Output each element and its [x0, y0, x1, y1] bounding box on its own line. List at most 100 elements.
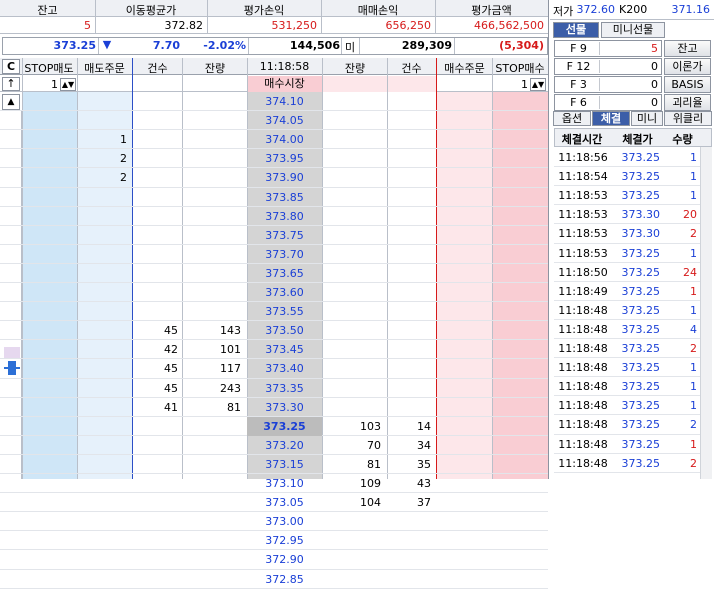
price-level[interactable]: 373.60	[247, 286, 322, 299]
tab-options[interactable]: 옵션	[553, 111, 591, 126]
book-row-divider	[0, 511, 548, 513]
stop-buy-qty[interactable]: 1	[492, 78, 528, 91]
buy-market-cell[interactable]	[323, 76, 436, 92]
price-level[interactable]: 374.10	[247, 95, 322, 108]
book-row-divider	[0, 377, 548, 379]
price-level[interactable]: 374.00	[247, 133, 322, 146]
trade-qty: 1	[690, 189, 697, 203]
fkey-label: F 6	[558, 96, 600, 109]
trade-qty: 1	[690, 246, 697, 260]
price-level[interactable]: 373.05	[247, 496, 322, 509]
price-level[interactable]: 373.35	[247, 382, 322, 395]
fkey-row[interactable]: F 3 0	[554, 76, 662, 93]
scroll-up-button[interactable]: ▲	[2, 94, 20, 110]
low-label: 저가	[553, 5, 574, 18]
book-row-divider	[0, 453, 548, 455]
trade-qty: 1	[690, 380, 697, 394]
scroll-up-arrow[interactable]: ↑	[2, 77, 20, 91]
trade-row-divider	[554, 357, 700, 359]
change-percent: -2.02%	[203, 39, 246, 52]
trade-time: 11:18:53	[558, 227, 608, 241]
fkey-row[interactable]: F 12 0	[554, 58, 662, 75]
book-row-divider	[0, 186, 548, 188]
sell-remain: 143	[220, 324, 241, 338]
fkey-value: 0	[651, 60, 658, 73]
stop-sell-spinner-icon[interactable]: ▲▼	[60, 78, 76, 91]
trade-time: 11:18:48	[558, 399, 608, 413]
sell-order-qty: 2	[120, 152, 127, 166]
buy-count: 37	[417, 496, 431, 510]
tab-mini[interactable]: 미니	[631, 111, 663, 126]
tab-executions[interactable]: 체결	[592, 111, 630, 126]
fkey-row[interactable]: F 9 5	[554, 40, 662, 57]
price-level[interactable]: 373.75	[247, 229, 322, 242]
trade-pnl-value: 656,250	[385, 19, 432, 32]
sell-count: 45	[164, 362, 178, 376]
book-row-divider	[0, 358, 548, 360]
trade-qty: 1	[690, 361, 697, 375]
price-level[interactable]: 373.30	[247, 401, 322, 414]
fkey-action-button[interactable]: BASIS	[664, 76, 711, 93]
price-level[interactable]: 373.65	[247, 267, 322, 280]
trade-row-divider	[554, 261, 700, 263]
avg-price-value: 372.82	[164, 19, 204, 32]
book-row-divider	[0, 549, 548, 551]
buy-remain: 103	[360, 419, 381, 433]
price-level[interactable]: 373.25	[247, 420, 322, 433]
trade-price: 373.25	[621, 246, 661, 260]
market-buy-button[interactable]: 매수시장	[247, 76, 322, 92]
price-level[interactable]: 373.45	[247, 343, 322, 356]
fkey-action-button[interactable]: 잔고	[664, 40, 711, 57]
summary-label-trade-pnl: 매매손익	[357, 4, 399, 17]
tab-futures[interactable]: 선물	[553, 22, 599, 38]
left-gutter	[0, 110, 22, 479]
stop-sell-qty[interactable]: 1	[30, 78, 58, 91]
trades-header-price: 체결가	[622, 133, 653, 146]
fkey-row[interactable]: F 6 0	[554, 94, 662, 111]
fkey-value: 0	[651, 78, 658, 91]
price-level[interactable]: 373.50	[247, 324, 322, 337]
fkey-label: F 12	[558, 60, 600, 73]
sell-order-column[interactable]	[77, 92, 132, 479]
trade-price: 373.30	[621, 208, 661, 222]
clear-button[interactable]: C	[2, 59, 20, 74]
tab-weekly[interactable]: 위클리	[664, 111, 712, 126]
book-row-divider	[0, 243, 548, 245]
price-level[interactable]: 372.90	[247, 553, 322, 566]
price-level[interactable]: 373.70	[247, 248, 322, 261]
book-row-divider	[0, 339, 548, 341]
trade-qty: 2	[690, 342, 697, 355]
trade-qty: 1	[690, 170, 697, 184]
price-level[interactable]: 374.05	[247, 114, 322, 127]
fkey-action-button[interactable]: 괴리율	[664, 94, 711, 111]
trade-row-divider	[554, 166, 700, 168]
price-level[interactable]: 373.15	[247, 458, 322, 471]
price-level[interactable]: 372.85	[247, 573, 322, 586]
price-level[interactable]: 373.80	[247, 210, 322, 223]
fkey-action-button[interactable]: 이론가	[664, 58, 711, 75]
k200-label: K200	[619, 3, 648, 16]
tab-mini-futures[interactable]: 미니선물	[601, 22, 665, 38]
trades-scrollbar[interactable]	[700, 147, 712, 479]
price-level[interactable]: 373.85	[247, 191, 322, 204]
trade-time: 11:18:54	[558, 170, 608, 184]
price-level[interactable]: 372.95	[247, 534, 322, 547]
buy-count: 34	[417, 438, 431, 452]
price-level[interactable]: 373.20	[247, 439, 322, 452]
buy-order-column[interactable]	[437, 92, 492, 479]
trade-time: 11:18:53	[558, 246, 608, 260]
price-level[interactable]: 373.90	[247, 171, 322, 184]
price-level[interactable]: 373.00	[247, 515, 322, 528]
book-row-divider	[0, 167, 548, 169]
stop-buy-column[interactable]	[492, 92, 548, 479]
stop-buy-spinner-icon[interactable]: ▲▼	[530, 78, 546, 91]
summary-label-eval-pnl: 평가손익	[243, 4, 285, 17]
price-level[interactable]: 373.95	[247, 152, 322, 165]
header-buy-count: 건수	[401, 62, 422, 75]
stop-sell-column[interactable]	[22, 92, 77, 479]
price-level[interactable]: 373.55	[247, 305, 322, 318]
trade-row-divider	[554, 433, 700, 435]
trade-row-divider	[554, 242, 700, 244]
trade-price: 373.25	[621, 265, 661, 279]
price-level[interactable]: 373.40	[247, 362, 322, 375]
